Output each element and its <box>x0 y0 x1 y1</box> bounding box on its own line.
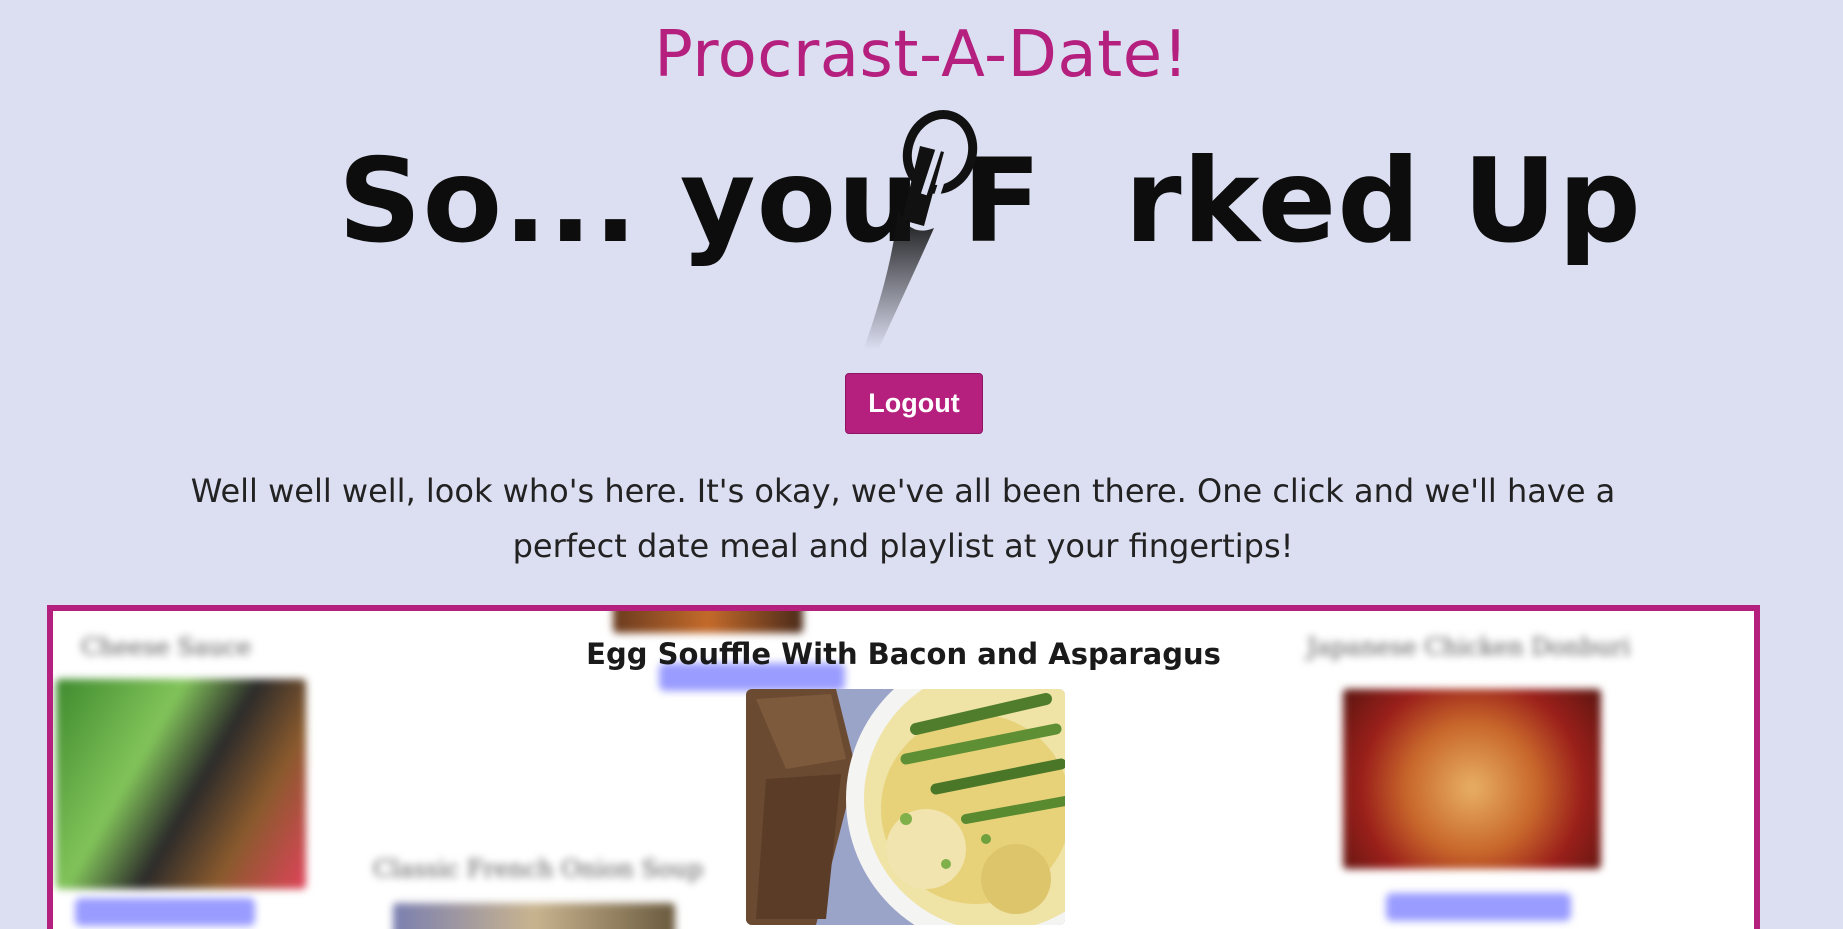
recipe-title: Egg Souffle With Bacon and Asparagus <box>586 637 1221 671</box>
bg-recipe-title: Classic French Onion Soup <box>373 855 704 883</box>
bg-recipe-image <box>1343 689 1601 869</box>
bg-recipe-image <box>613 611 803 633</box>
intro-text: Well well well, look who's here. It's ok… <box>190 472 1616 565</box>
logo-text: So... you Frked Up <box>338 138 1642 266</box>
recipe-image[interactable] <box>746 689 1065 925</box>
bg-recipe-image <box>393 903 675 929</box>
bg-recipe-image <box>56 679 306 889</box>
recipe-carousel: Cheese Sauce Japanese Chicken Donburi Cl… <box>47 605 1760 929</box>
logout-button[interactable]: Logout <box>845 373 983 434</box>
bg-recipe-button <box>75 898 255 926</box>
app-title: Procrast-A-Date! <box>654 18 1189 92</box>
page: Procrast-A-Date! So... you Frked Up Logo… <box>0 0 1843 929</box>
egg-souffle-photo <box>746 689 1065 925</box>
logo: So... you Frked Up <box>338 110 1641 355</box>
bg-recipe-button <box>1386 893 1571 921</box>
logo-text-right: rked Up <box>1124 134 1642 269</box>
fork-icon <box>864 110 978 350</box>
